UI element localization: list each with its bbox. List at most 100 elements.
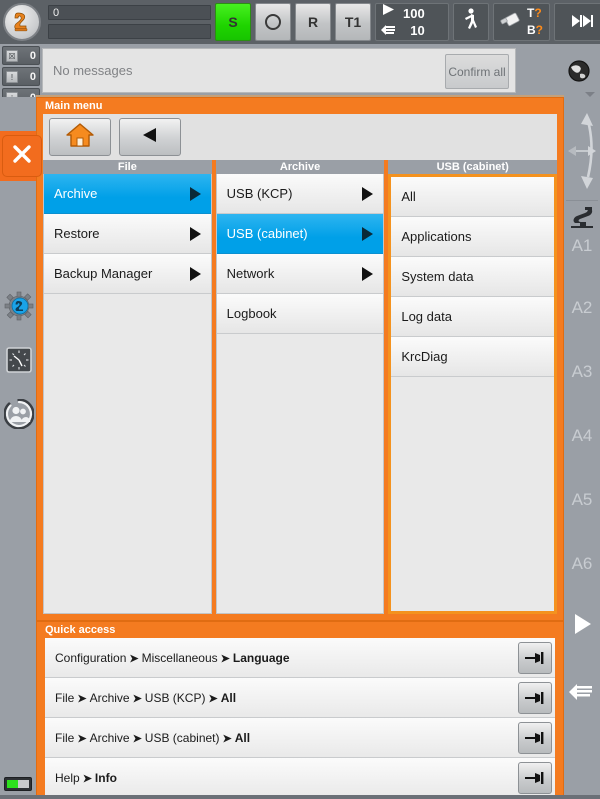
right-sidebar: A1 A2 A3 A4 A5 A6 — [564, 97, 600, 799]
status-bar-field-1[interactable]: 0 — [48, 5, 211, 20]
robot-interpreter-label: R — [307, 14, 319, 30]
confirm-all-label: Confirm all — [448, 64, 506, 79]
incremental-jog-button[interactable]: ∞ — [554, 3, 600, 41]
back-arrow-icon — [139, 126, 161, 149]
menu-item-usb-cabinet-label: USB (cabinet) — [226, 226, 308, 241]
axis-label-a3[interactable]: A3 — [564, 359, 600, 385]
kuka-robot-icon[interactable] — [3, 3, 41, 41]
menu-item-backup-manager[interactable]: Backup Manager — [44, 254, 211, 294]
tool-base-button[interactable]: T? B? — [493, 3, 551, 41]
message-counter-acknowledge[interactable]: ☒ 0 — [2, 46, 40, 65]
menu-item-all-label: All — [401, 189, 416, 204]
menu-item-archive[interactable]: Archive — [44, 174, 211, 214]
submenu-arrow-icon — [189, 226, 201, 241]
pin-icon[interactable] — [518, 721, 552, 754]
stop-button[interactable] — [2, 135, 42, 177]
axis-label-a2[interactable]: A2 — [564, 295, 600, 321]
breadcrumb-sep-icon: ➤ — [220, 652, 230, 665]
submenu-arrow-icon — [362, 266, 374, 281]
confirm-all-button[interactable]: Confirm all — [445, 54, 509, 89]
axis-label-a5[interactable]: A5 — [564, 487, 600, 513]
submenu-arrow-icon — [362, 226, 374, 241]
menu-item-logbook[interactable]: Logbook — [216, 294, 384, 334]
override-button[interactable]: 100 10 — [375, 3, 449, 41]
quick-access-path-usb-cabinet-all: File ➤ Archive ➤ USB (cabinet) ➤ All — [55, 730, 251, 745]
play-triangle-icon[interactable] — [564, 609, 600, 639]
menu-item-usb-kcp[interactable]: USB (KCP) — [216, 174, 384, 214]
jog-override-value: 10 — [410, 23, 425, 38]
skip-icon — [571, 14, 594, 31]
submenu-arrow-icon — [189, 266, 201, 281]
menu-columns: File Archive Restore Backup Manager Arch… — [43, 160, 558, 614]
menu-item-log-data[interactable]: Log data — [391, 297, 555, 337]
users-icon[interactable] — [3, 398, 35, 430]
axis-label-a6[interactable]: A6 — [564, 551, 600, 577]
world-globe-icon[interactable] — [560, 48, 598, 93]
menu-item-restore[interactable]: Restore — [44, 214, 211, 254]
close-x-icon — [10, 142, 34, 171]
operating-mode-button[interactable]: T1 — [335, 3, 371, 41]
breadcrumb-sep-icon: ➤ — [222, 732, 232, 745]
back-button[interactable] — [119, 118, 181, 156]
axis-label-a4[interactable]: A4 — [564, 423, 600, 449]
message-text: No messages — [53, 63, 133, 78]
pin-icon[interactable] — [518, 762, 552, 794]
pin-icon[interactable] — [518, 681, 552, 714]
menu-item-system-data-label: System data — [401, 269, 474, 284]
main-menu-panel: Main menu File Archive Restore Backup Ma… — [36, 97, 564, 621]
message-counter-warning[interactable]: ! 0 — [2, 67, 40, 86]
message-window[interactable]: No messages Confirm all — [42, 48, 516, 93]
column-usb-cabinet-header: USB (cabinet) — [388, 160, 558, 174]
tool-value: ? — [534, 6, 542, 20]
breadcrumb-sep-icon: ➤ — [77, 692, 87, 705]
quick-access-row-usb-kcp-all[interactable]: File ➤ Archive ➤ USB (KCP) ➤ All — [45, 678, 555, 718]
menu-item-restore-label: Restore — [54, 226, 100, 241]
submenu-arrow-icon — [189, 186, 201, 201]
smarthmi-screen: 0 S R T1 100 10 T? B? ☒ 0 ! 0 No message… — [0, 0, 600, 799]
axis-label-a1[interactable]: A1 — [564, 233, 600, 259]
submit-interpreter-status[interactable]: S — [215, 3, 251, 41]
menu-item-krcdiag[interactable]: KrcDiag — [391, 337, 555, 377]
robot-axis-icon[interactable] — [564, 203, 600, 233]
jog-arrows-icon[interactable] — [564, 101, 600, 201]
pin-icon[interactable] — [518, 641, 552, 674]
operating-mode-label: T1 — [344, 14, 362, 30]
hand-icon — [381, 23, 397, 41]
status-bar-field-1-value: 0 — [53, 7, 60, 19]
menu-item-applications[interactable]: Applications — [391, 217, 555, 257]
jog-mode-button[interactable] — [453, 3, 489, 41]
clock-icon[interactable] — [3, 344, 35, 376]
menu-item-archive-label: Archive — [54, 186, 98, 201]
home-button[interactable] — [49, 118, 111, 156]
tool-icon — [500, 10, 522, 35]
menu-item-applications-label: Applications — [401, 229, 472, 244]
quick-access-row-language[interactable]: Configuration ➤ Miscellaneous ➤ Language — [45, 638, 555, 678]
hand-jog-icon[interactable] — [564, 677, 600, 707]
menu-item-system-data[interactable]: System data — [391, 257, 555, 297]
column-archive-body: USB (KCP) USB (cabinet) Network Logbook — [215, 174, 385, 614]
column-archive: Archive USB (KCP) USB (cabinet) Network — [215, 160, 385, 614]
play-icon — [381, 3, 397, 21]
battery-icon — [4, 777, 32, 791]
menu-item-usb-cabinet[interactable]: USB (cabinet) — [216, 214, 384, 254]
override-bars: 0 — [48, 5, 211, 39]
quick-access-row-usb-cabinet-all[interactable]: File ➤ Archive ➤ USB (cabinet) ➤ All — [45, 718, 555, 758]
message-bar: ☒ 0 ! 0 i 0 ❮ 0 No messages Confirm all — [0, 44, 600, 128]
menu-item-all[interactable]: All — [391, 177, 555, 217]
program-override-value: 100 — [403, 6, 425, 21]
walking-man-icon — [463, 7, 479, 37]
drives-status[interactable] — [255, 3, 291, 41]
menu-item-network[interactable]: Network — [216, 254, 384, 294]
warning-message-icon: ! — [6, 70, 18, 83]
menu-item-usb-kcp-label: USB (KCP) — [226, 186, 293, 201]
breadcrumb-sep-icon: ➤ — [208, 692, 218, 705]
quick-access-path-language: Configuration ➤ Miscellaneous ➤ Language — [55, 650, 290, 665]
breadcrumb-sep-icon: ➤ — [129, 652, 139, 665]
quick-access-row-help-info[interactable]: Help ➤ Info — [45, 758, 555, 798]
main-menu-navbar — [43, 114, 557, 160]
base-value: ? — [535, 23, 544, 37]
drives-circle-icon — [265, 14, 281, 30]
robot-interpreter-status[interactable]: R — [295, 3, 331, 41]
gear-robot-icon[interactable] — [3, 290, 35, 322]
status-bar-field-2[interactable] — [48, 24, 211, 39]
